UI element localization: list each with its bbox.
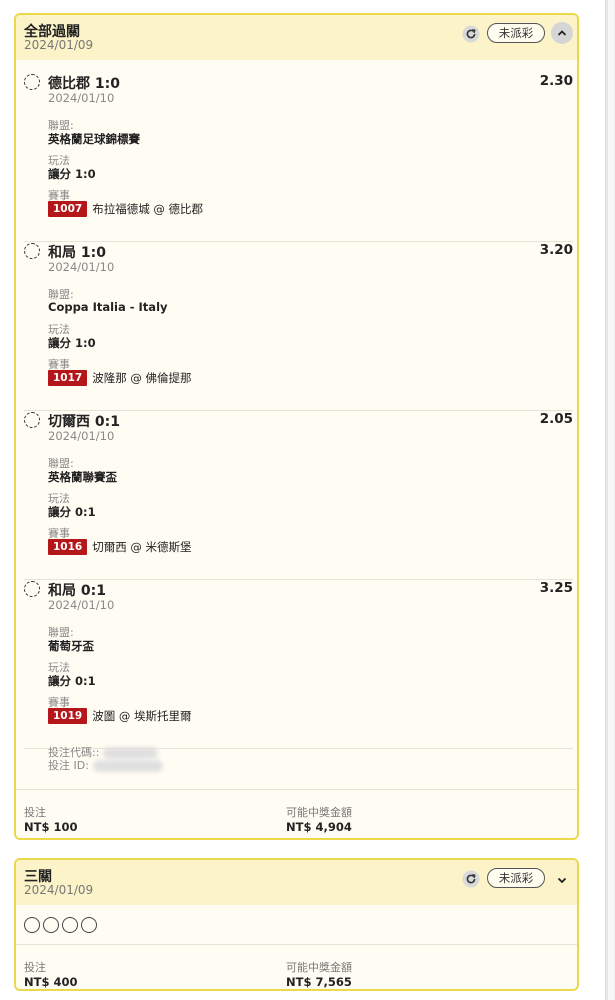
stake-label: 投注 [24,806,46,819]
selection-item: 切爾西 0:1 2.05 2024/01/10 聯盟: 英格蘭聯賽盃 玩法 讓分… [24,411,573,580]
status-badge: 未派彩 [487,23,545,43]
bet-card-treble: 三關 2024/01/09 未派彩 投注 NT$ 400 可能中獎金額 NT$ … [14,858,579,991]
chevron-up-icon[interactable] [551,22,573,44]
stake-label: 投注 [24,961,46,974]
bet-id-row: 投注 ID: [48,759,163,772]
event-code-badge: 1007 [48,201,88,217]
selection-odds: 3.20 [539,242,573,258]
refresh-icon[interactable] [461,24,481,44]
selection-name: 和局 0:1 [48,583,106,599]
selection-status-icon [24,243,40,259]
selection-status-icon [24,581,40,597]
payout-value: NT$ 4,904 [286,820,352,834]
market-value: 讓分 0:1 [48,674,96,688]
scrollbar-thumb[interactable] [607,0,614,1000]
selection-status-icon [24,917,40,933]
selection-status-icon [81,917,97,933]
card-footer: 投注 NT$ 400 可能中獎金額 NT$ 7,565 [16,944,577,989]
redacted-value [92,760,163,772]
selection-odds: 2.30 [539,73,573,89]
selection-odds: 3.25 [539,580,573,596]
market-value: 讓分 1:0 [48,336,96,350]
event-code-badge: 1017 [48,370,88,386]
payout-value: NT$ 7,565 [286,975,352,989]
stake-value: NT$ 100 [24,820,78,834]
event-teams: 布拉福德城 @ 德比郡 [92,202,204,216]
selection-name: 切爾西 0:1 [48,414,120,430]
league-value: 英格蘭足球錦標賽 [48,132,140,146]
stake-value: NT$ 400 [24,975,78,989]
card-header[interactable]: 三關 2024/01/09 未派彩 [16,860,577,905]
payout-block: 可能中獎金額 NT$ 7,565 [286,959,352,989]
event-row: 1007 布拉福德城 @ 德比郡 [48,201,203,217]
selection-status-icon [43,917,59,933]
selection-status-icon [24,74,40,90]
market-value: 讓分 1:0 [48,167,96,181]
selection-date: 2024/01/10 [48,429,115,443]
card-date: 2024/01/09 [24,883,94,897]
bet-id-label: 投注 ID: [48,759,89,772]
page-scrollbar[interactable] [605,0,615,1000]
bet-card-parlay-all: 全部過關 2024/01/09 未派彩 德比郡 1:0 2.30 2024/01… [14,13,579,840]
market-value: 讓分 0:1 [48,505,96,519]
card-date: 2024/01/09 [24,38,94,52]
card-header[interactable]: 全部過關 2024/01/09 未派彩 [16,15,577,60]
event-teams: 波圖 @ 埃斯托里爾 [92,709,192,723]
selection-status-icon [24,412,40,428]
selection-item: 和局 1:0 3.20 2024/01/10 聯盟: Coppa Italia … [24,242,573,411]
event-code-badge: 1019 [48,708,88,724]
bet-reference: 投注代碼:: 投注 ID: [48,746,163,772]
selection-status-icon [62,917,78,933]
selection-item: 和局 0:1 3.25 2024/01/10 聯盟: 葡萄牙盃 玩法 讓分 0:… [24,580,573,749]
event-teams: 切爾西 @ 米德斯堡 [92,540,192,554]
payout-block: 可能中獎金額 NT$ 4,904 [286,804,352,834]
bet-code-label: 投注代碼:: [48,746,100,759]
stake-block: 投注 NT$ 100 [24,804,77,834]
selection-item: 德比郡 1:0 2.30 2024/01/10 聯盟: 英格蘭足球錦標賽 玩法 … [24,73,573,242]
selection-status-row [24,917,97,933]
event-teams: 波隆那 @ 佛倫提那 [92,371,192,385]
selection-odds: 2.05 [539,411,573,427]
card-footer: 投注 NT$ 100 可能中獎金額 NT$ 4,904 [16,789,577,838]
bet-code-row: 投注代碼:: [48,746,163,759]
stake-block: 投注 NT$ 400 [24,959,77,989]
league-value: 英格蘭聯賽盃 [48,470,117,484]
payout-label: 可能中獎金額 [286,961,352,974]
league-value: 葡萄牙盃 [48,639,94,653]
selection-date: 2024/01/10 [48,91,115,105]
refresh-icon[interactable] [461,869,481,889]
chevron-down-icon[interactable] [553,871,571,889]
selection-name: 和局 1:0 [48,245,106,261]
selection-name: 德比郡 1:0 [48,76,120,92]
selection-date: 2024/01/10 [48,260,115,274]
selection-date: 2024/01/10 [48,598,115,612]
event-row: 1017 波隆那 @ 佛倫提那 [48,370,192,386]
payout-label: 可能中獎金額 [286,806,352,819]
status-badge: 未派彩 [487,868,545,888]
event-code-badge: 1016 [48,539,88,555]
event-row: 1016 切爾西 @ 米德斯堡 [48,539,192,555]
league-value: Coppa Italia - Italy [48,300,168,314]
event-row: 1019 波圖 @ 埃斯托里爾 [48,708,192,724]
redacted-value [103,747,159,759]
